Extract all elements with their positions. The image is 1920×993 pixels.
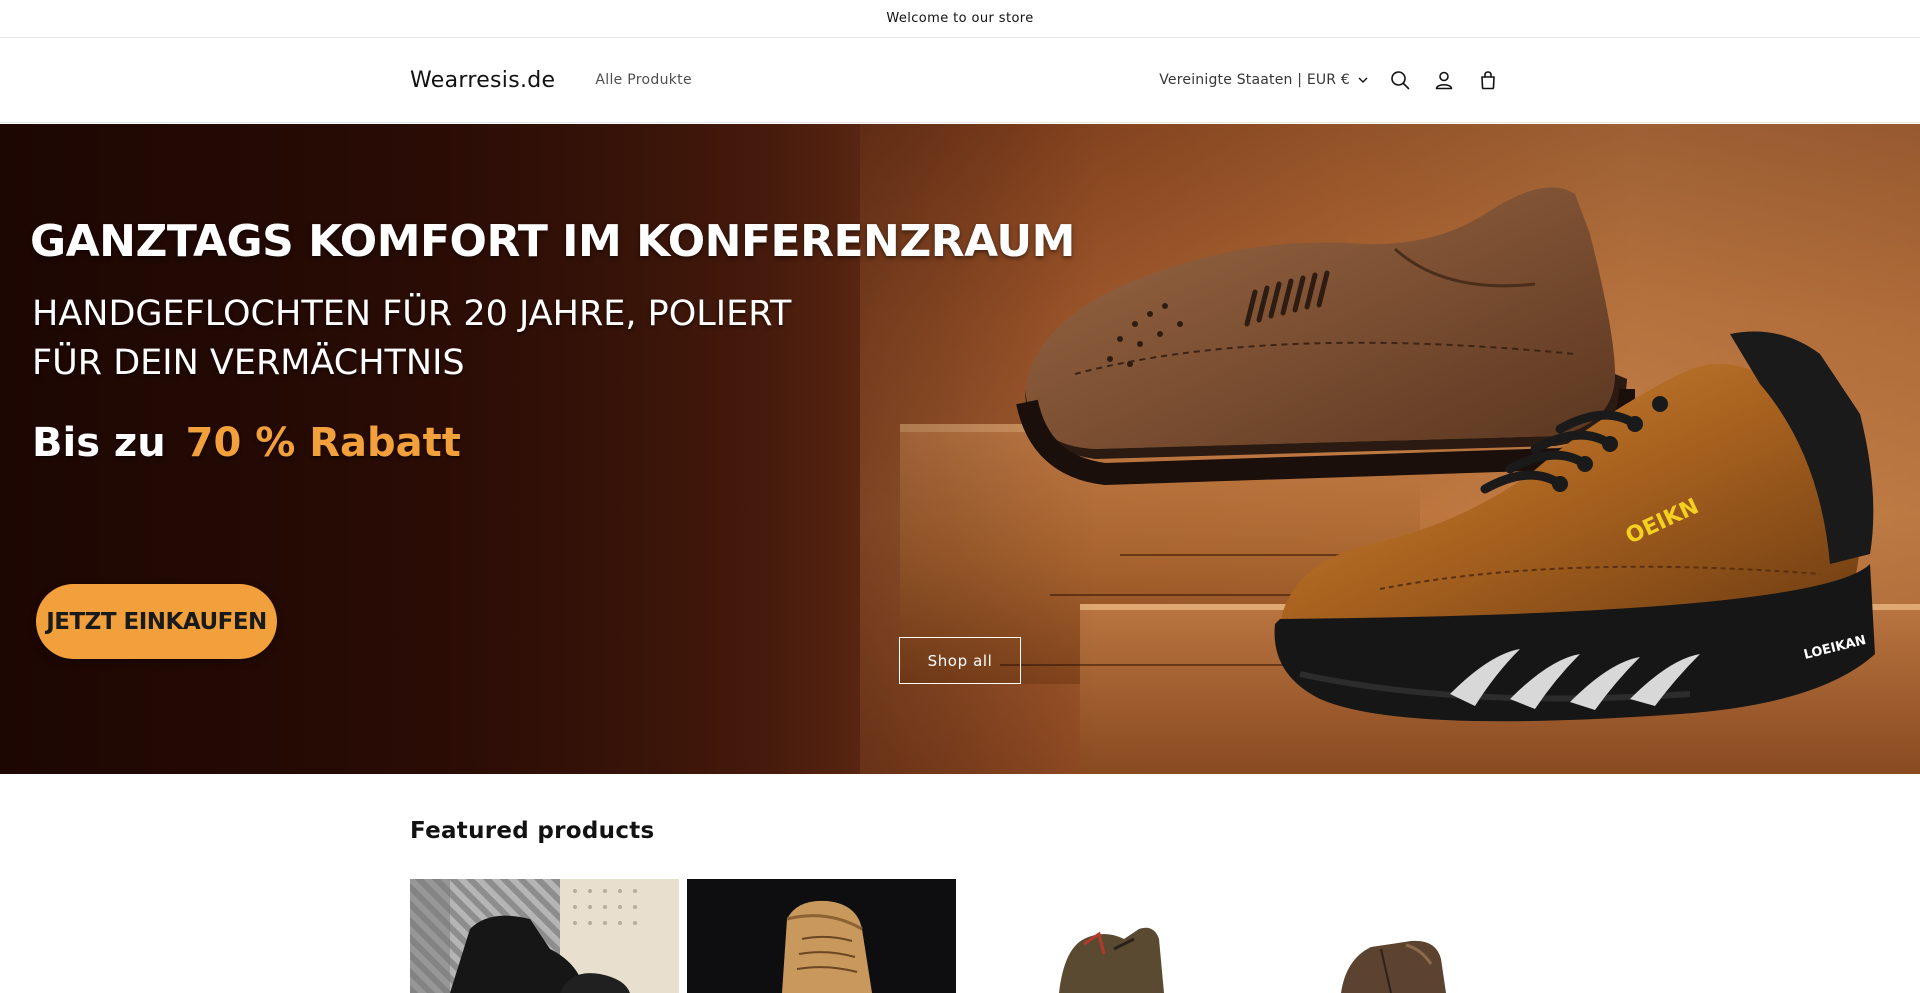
announcement-bar: Welcome to our store — [0, 0, 1920, 38]
search-icon — [1391, 71, 1410, 90]
product-image — [1059, 927, 1164, 993]
product-card[interactable] — [687, 879, 956, 993]
store-logo[interactable]: Wearresis.de — [410, 68, 555, 93]
account-button[interactable] — [1422, 58, 1466, 102]
search-button[interactable] — [1378, 58, 1422, 102]
product-image — [782, 900, 872, 993]
hero-subheadline: HANDGEFLOCHTEN FÜR 20 JAHRE, POLIERT FÜR… — [32, 290, 791, 388]
hero-discount-prefix: Bis zu — [32, 420, 166, 466]
cart-button[interactable] — [1466, 58, 1510, 102]
hero-headline: GANZTAGS KOMFORT IM KONFERENZRAUM — [30, 216, 1075, 267]
hero-discount-value: 70 % Rabatt — [185, 420, 461, 466]
product-image — [410, 879, 679, 993]
site-header: Wearresis.de Alle Produkte Vereinigte St… — [0, 38, 1920, 123]
sneaker-shoe-image: OEIKN LOEIKAN — [1274, 331, 1875, 722]
chevron-down-icon — [1358, 77, 1368, 83]
cart-icon — [1481, 71, 1495, 90]
country-currency-selector[interactable]: Vereinigte Staaten | EUR € — [1159, 72, 1368, 88]
announcement-text: Welcome to our store — [886, 11, 1034, 26]
country-currency-label: Vereinigte Staaten | EUR € — [1159, 72, 1350, 88]
shop-now-button[interactable]: JETZT EINKAUFEN — [36, 584, 277, 659]
hero-subheadline-line-2: FÜR DEIN VERMÄCHTNIS — [32, 343, 465, 383]
hero-subheadline-line-1: HANDGEFLOCHTEN FÜR 20 JAHRE, POLIERT — [32, 294, 792, 334]
hero-discount: Bis zu 70 % Rabatt — [32, 420, 461, 466]
shop-all-button[interactable]: Shop all — [899, 637, 1021, 684]
hero-banner: OEIKN LOEIKAN GANZTAGS KOMFORT IM KONFER… — [0, 124, 1920, 774]
product-card[interactable] — [410, 879, 679, 993]
product-image — [1341, 940, 1446, 993]
header-inner: Wearresis.de Alle Produkte Vereinigte St… — [410, 38, 1510, 122]
featured-products-title: Featured products — [410, 818, 655, 844]
header-actions: Vereinigte Staaten | EUR € — [1159, 58, 1510, 102]
account-icon — [1435, 71, 1453, 90]
product-card[interactable] — [1241, 879, 1510, 993]
product-card[interactable] — [964, 879, 1233, 993]
nav-link-all-products[interactable]: Alle Produkte — [595, 72, 692, 88]
